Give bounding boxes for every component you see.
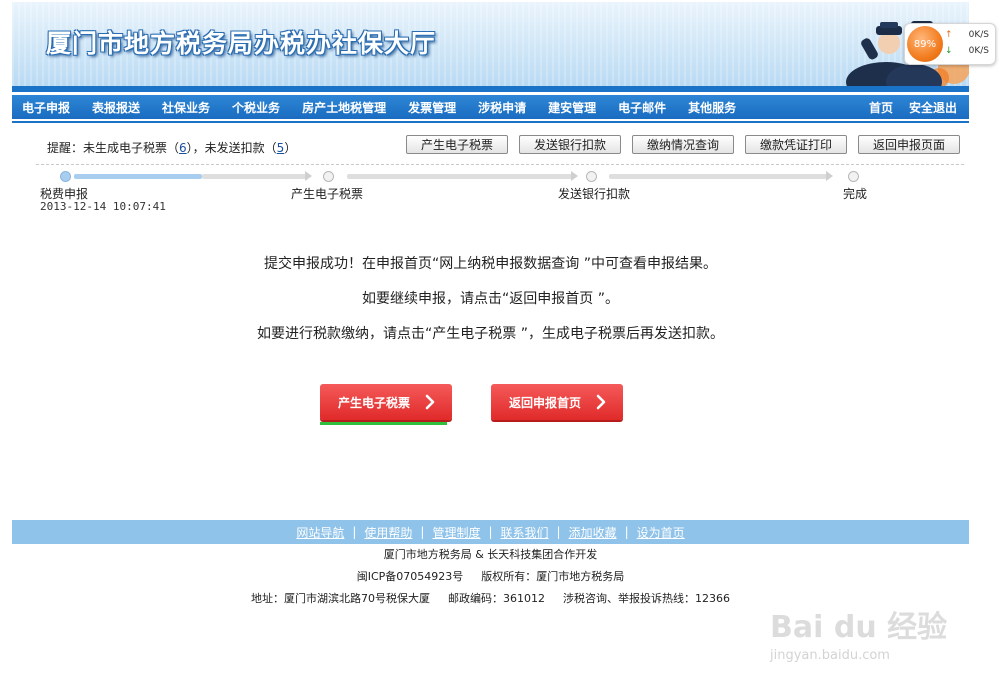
footer-links-bar: 网站导航 | 使用帮助 | 管理制度 | 联系我们 | 添加收藏 | 设为首页 bbox=[12, 520, 969, 544]
footer-hotline: 涉税咨询、举报投诉热线：12366 bbox=[563, 592, 730, 605]
nav-item-other-services[interactable]: 其他服务 bbox=[688, 99, 736, 116]
footer-link-help[interactable]: 使用帮助 bbox=[364, 524, 412, 541]
download-speed: ↓ 0K/S bbox=[945, 46, 993, 56]
message-continue: 如要继续申报，请点击“返回申报首页 ”。 bbox=[362, 291, 619, 307]
step-dot-complete bbox=[848, 171, 859, 182]
toolbar: 产生电子税票 发送银行扣款 缴纳情况查询 缴款凭证打印 返回申报页面 bbox=[406, 135, 971, 154]
step-arrow-1 bbox=[305, 171, 312, 181]
footer-separator: | bbox=[624, 525, 629, 539]
footer-separator: | bbox=[488, 525, 493, 539]
watermark-url: jingyan.baidu.com bbox=[770, 648, 890, 663]
nav-logout-link[interactable]: 安全退出 bbox=[909, 99, 957, 116]
nav-underline bbox=[12, 121, 969, 123]
step-time-declare: 2013-12-14 10:07:41 bbox=[40, 200, 166, 213]
nav-item-tax-application[interactable]: 涉税申请 bbox=[478, 99, 526, 116]
progress-steps: 税费申报 2013-12-14 10:07:41 产生电子税票 发送银行扣款 完… bbox=[12, 170, 969, 215]
nav-item-construction[interactable]: 建安管理 bbox=[548, 99, 596, 116]
step-track-fill bbox=[74, 174, 202, 179]
footer-separator: | bbox=[420, 525, 425, 539]
nav-item-report-submit[interactable]: 表报报送 bbox=[92, 99, 140, 116]
chevron-right-icon bbox=[425, 394, 435, 410]
footer-developer: 厦门市地方税务局 & 长天科技集团合作开发 bbox=[383, 548, 598, 561]
generate-e-receipt-label: 产生电子税票 bbox=[338, 395, 411, 410]
back-to-declare-home-label: 返回申报首页 bbox=[509, 395, 582, 410]
download-speed-value: 0K/S bbox=[968, 46, 989, 56]
down-arrow-icon: ↓ bbox=[945, 46, 953, 56]
nav-item-e-declare[interactable]: 电子申报 bbox=[22, 99, 70, 116]
watermark-brand: Bai du 经验 bbox=[770, 610, 948, 645]
reminder-suffix: ） bbox=[284, 141, 297, 155]
step-track-1 bbox=[202, 174, 306, 179]
step-arrow-3 bbox=[826, 171, 833, 181]
generate-tax-receipt-button[interactable]: 产生电子税票 bbox=[406, 135, 508, 154]
nav-item-social-security[interactable]: 社保业务 bbox=[162, 99, 210, 116]
header-banner: 厦门市地方税务局办税办社保大厅 bbox=[12, 2, 969, 86]
site-title: 厦门市地方税务局办税办社保大厅 bbox=[46, 29, 437, 58]
footer-separator: | bbox=[352, 525, 357, 539]
step-dot-declare bbox=[60, 171, 71, 182]
print-payment-voucher-button[interactable]: 缴款凭证打印 bbox=[745, 135, 847, 154]
step-label-bank: 发送银行扣款 bbox=[558, 187, 631, 201]
footer-link-contact[interactable]: 联系我们 bbox=[501, 524, 549, 541]
chevron-right-icon bbox=[596, 394, 606, 410]
nav-left: 电子申报 表报报送 社保业务 个税业务 房产土地税管理 发票管理 涉税申请 建安… bbox=[12, 99, 758, 116]
focus-underline bbox=[320, 422, 447, 425]
nav-item-email[interactable]: 电子邮件 bbox=[618, 99, 666, 116]
payment-query-button[interactable]: 缴纳情况查询 bbox=[632, 135, 734, 154]
nav-item-property-land-tax[interactable]: 房产土地税管理 bbox=[302, 99, 386, 116]
footer-copyright: 版权所有：厦门市地方税务局 bbox=[481, 570, 625, 583]
footer-link-set-homepage[interactable]: 设为首页 bbox=[637, 524, 685, 541]
banner-bar bbox=[12, 86, 969, 92]
step-dot-receipt bbox=[323, 171, 334, 182]
baidu-jingyan-watermark: Bai du 经验 jingyan.baidu.com bbox=[770, 592, 950, 672]
footer-link-bookmark[interactable]: 添加收藏 bbox=[569, 524, 617, 541]
send-bank-deduction-button[interactable]: 发送银行扣款 bbox=[519, 135, 621, 154]
message-payment: 如要进行税款缴纳，请点击“产生电子税票 ”，生成电子税票后再发送扣款。 bbox=[257, 326, 724, 342]
upload-speed-value: 0K/S bbox=[968, 30, 989, 40]
footer-link-rules[interactable]: 管理制度 bbox=[432, 524, 480, 541]
step-track-3 bbox=[609, 174, 827, 179]
step-arrow-2 bbox=[571, 171, 578, 181]
footer-link-site-nav[interactable]: 网站导航 bbox=[296, 524, 344, 541]
back-to-declare-page-button[interactable]: 返回申报页面 bbox=[858, 135, 960, 154]
nav-item-personal-tax[interactable]: 个税业务 bbox=[232, 99, 280, 116]
footer-postcode: 邮政编码：361012 bbox=[448, 592, 545, 605]
reminder-prefix: 提醒：未生成电子税票（ bbox=[47, 141, 180, 155]
back-to-declare-home-button[interactable]: 返回申报首页 bbox=[491, 384, 623, 420]
divider bbox=[36, 164, 964, 165]
generate-e-receipt-button[interactable]: 产生电子税票 bbox=[320, 384, 452, 420]
footer-icp: 闽ICP备07054923号 bbox=[356, 570, 464, 583]
step-label-receipt: 产生电子税票 bbox=[291, 187, 364, 201]
result-messages: 提交申报成功！在申报首页“网上纳税申报数据查询 ”中可查看申报结果。 如要继续申… bbox=[12, 252, 969, 357]
reminder-text: 提醒：未生成电子税票（6），未发送扣款（5） bbox=[47, 139, 296, 156]
network-speed-widget[interactable]: 89% ↑ 0K/S ↓ 0K/S bbox=[904, 23, 996, 65]
message-success: 提交申报成功！在申报首页“网上纳税申报数据查询 ”中可查看申报结果。 bbox=[264, 256, 717, 272]
nav-right: 首页 安全退出 bbox=[853, 99, 969, 116]
step-dot-bank bbox=[586, 171, 597, 182]
nav-item-invoice[interactable]: 发票管理 bbox=[408, 99, 456, 116]
reminder-unissued-count-link[interactable]: 6 bbox=[179, 141, 187, 155]
up-arrow-icon: ↑ bbox=[945, 30, 953, 40]
main-nav: 电子申报 表报报送 社保业务 个税业务 房产土地税管理 发票管理 涉税申请 建安… bbox=[12, 95, 969, 119]
reminder-middle: ），未发送扣款（ bbox=[186, 141, 277, 155]
footer-separator: | bbox=[556, 525, 561, 539]
footer-icp-line: 闽ICP备07054923号 版权所有：厦门市地方税务局 bbox=[12, 569, 969, 591]
upload-speed: ↑ 0K/S bbox=[945, 30, 993, 40]
step-label-complete: 完成 bbox=[843, 187, 868, 201]
speed-percent: 89% bbox=[907, 26, 943, 62]
step-track-2 bbox=[347, 174, 572, 179]
footer-address: 地址：厦门市湖滨北路70号税保大厦 bbox=[251, 592, 430, 605]
nav-home-link[interactable]: 首页 bbox=[869, 99, 893, 116]
